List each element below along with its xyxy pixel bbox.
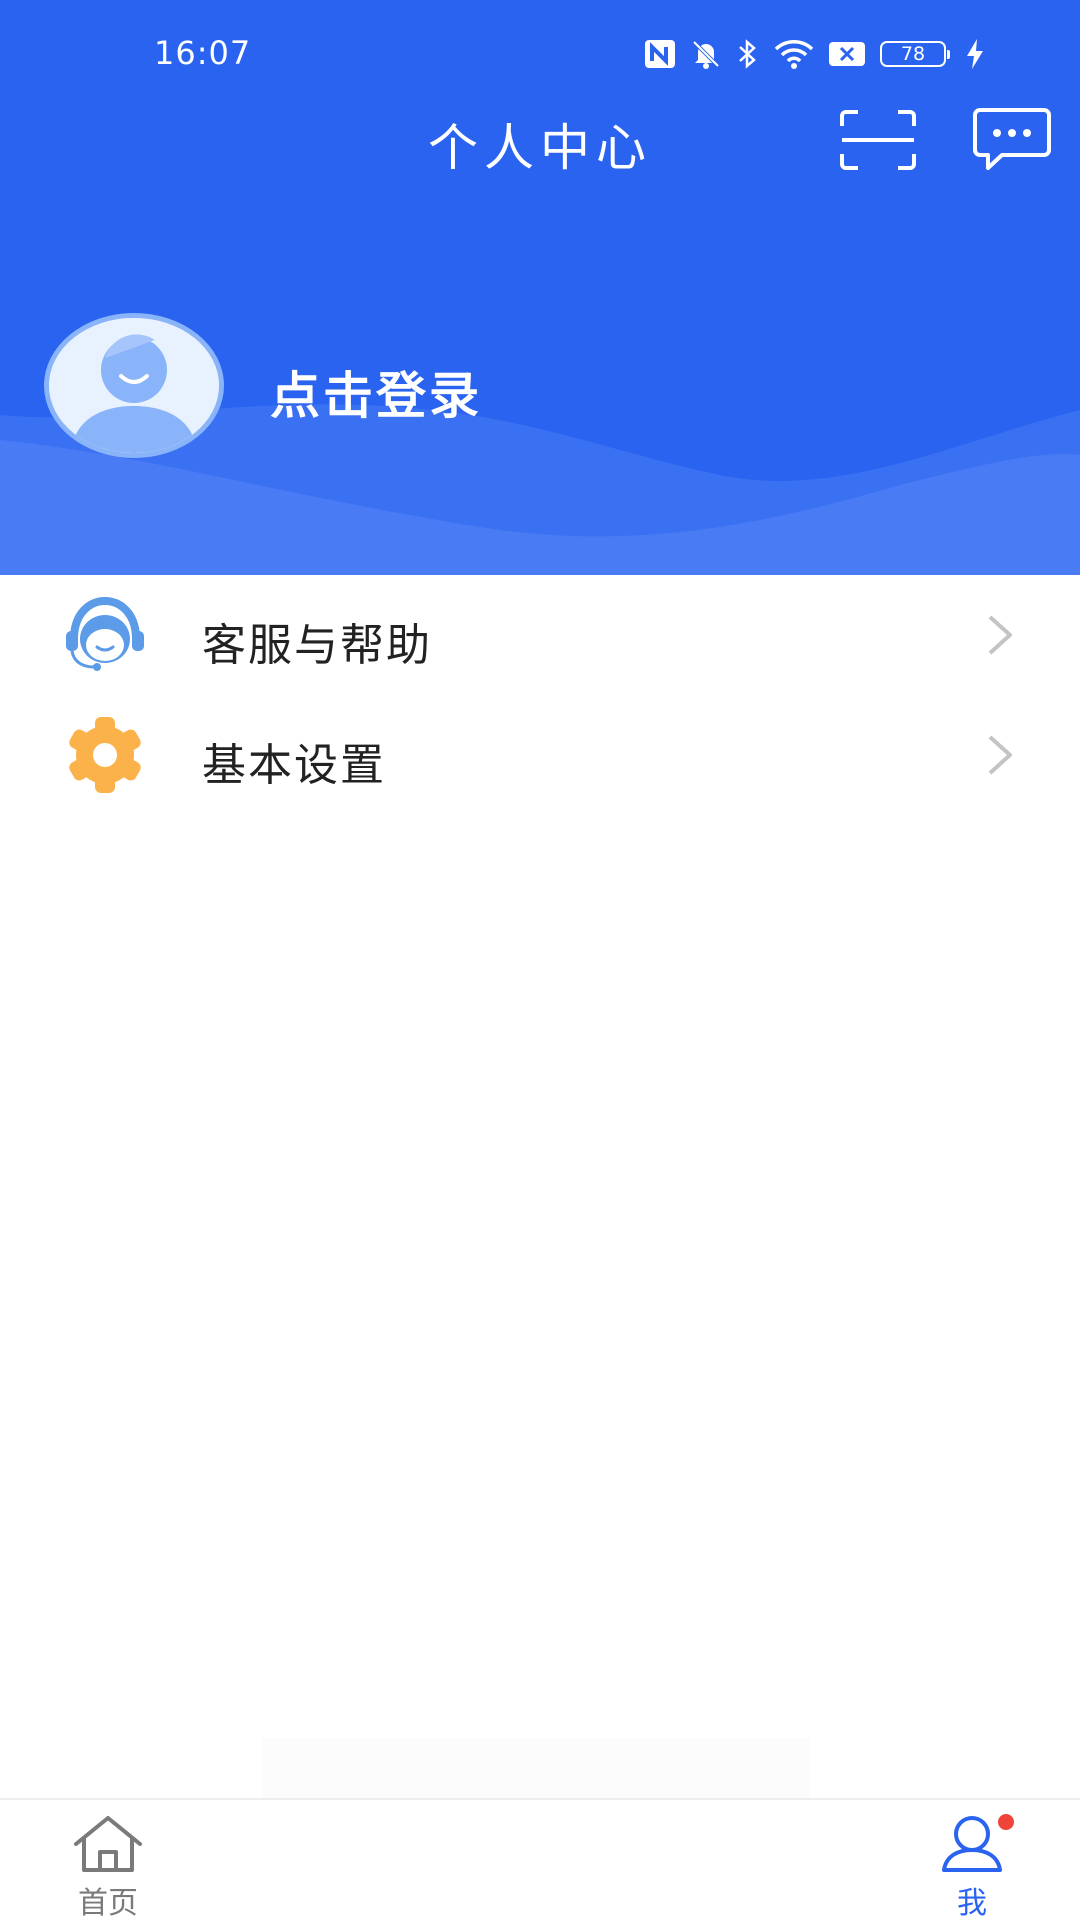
customer-service-icon	[66, 596, 144, 671]
settings-gear-icon	[69, 717, 141, 793]
nav-item-home[interactable]: 首页	[38, 1800, 178, 1922]
nfc-icon	[645, 40, 675, 68]
mute-icon	[692, 40, 720, 69]
wifi-icon	[774, 40, 814, 69]
message-button[interactable]	[972, 106, 1052, 174]
home-icon	[74, 1816, 142, 1872]
bottom-nav: 首页 我	[0, 1798, 1080, 1922]
nav-item-me[interactable]: 我	[902, 1800, 1042, 1922]
avatar-icon	[49, 318, 219, 453]
battery-icon: 78	[880, 41, 950, 67]
charging-icon	[967, 39, 983, 69]
menu-item-settings[interactable]: 基本设置	[0, 695, 1080, 815]
message-icon	[973, 108, 1051, 170]
no-sim-icon	[829, 42, 865, 66]
menu-item-customer-service[interactable]: 客服与帮助	[0, 575, 1080, 695]
avatar[interactable]	[44, 313, 224, 458]
notification-badge	[998, 1814, 1014, 1830]
menu-item-label: 基本设置	[202, 740, 386, 791]
chevron-right-icon	[988, 615, 1012, 655]
status-bar: 16:07 78	[0, 0, 1080, 110]
nav-label-home: 首页	[78, 1886, 138, 1921]
profile-header: 16:07 78 个人中心 点击登录	[0, 0, 1080, 575]
page-title: 个人中心	[428, 119, 652, 177]
battery-level: 78	[900, 43, 926, 65]
menu-list: 客服与帮助 基本设置	[0, 575, 1080, 815]
bluetooth-icon	[739, 39, 756, 69]
status-time: 16:07	[154, 34, 252, 72]
scan-button[interactable]	[838, 108, 918, 172]
chevron-right-icon	[988, 735, 1012, 775]
menu-item-label: 客服与帮助	[202, 620, 432, 671]
nav-label-me: 我	[957, 1886, 987, 1921]
login-label[interactable]: 点击登录	[270, 356, 482, 428]
status-icons: 78	[644, 36, 986, 72]
scan-icon	[840, 110, 916, 170]
